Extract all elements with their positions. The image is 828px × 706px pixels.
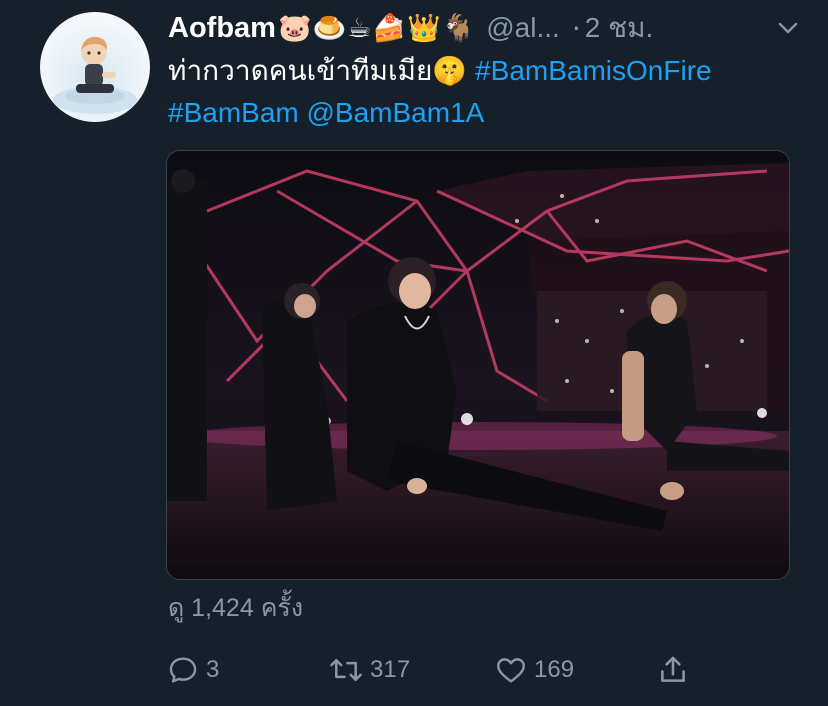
hashtag-link[interactable]: #BamBam: [168, 97, 299, 128]
tweet[interactable]: Aofbam 🐷🍮☕🍰👑🐐 @al... · 2 ชม. ท่ากวาดคนเข…: [0, 0, 828, 706]
media-video-frame: [167, 151, 789, 579]
chevron-down-icon[interactable]: [776, 16, 800, 40]
tweet-actions: 3 317 169: [0, 648, 828, 692]
name-emojis: 🐷🍮☕🍰👑🐐: [277, 13, 477, 44]
display-name[interactable]: Aofbam: [168, 12, 276, 45]
retweet-icon: [330, 659, 362, 681]
timestamp[interactable]: 2 ชม.: [585, 6, 654, 50]
like-button[interactable]: 169: [494, 648, 574, 692]
avatar[interactable]: [40, 12, 150, 122]
retweet-button[interactable]: 317: [328, 648, 410, 692]
retweet-count: 317: [370, 656, 411, 683]
like-count: 169: [534, 656, 575, 683]
separator-dot: ·: [571, 11, 581, 45]
tweet-header: Aofbam 🐷🍮☕🍰👑🐐 @al... · 2 ชม.: [168, 6, 800, 50]
hashtag-link[interactable]: #BamBamisOnFire: [475, 55, 712, 86]
user-handle[interactable]: @al...: [486, 12, 560, 44]
tweet-media[interactable]: [166, 150, 790, 580]
shush-emoji: 🤫: [432, 55, 468, 86]
tweet-body: ท่ากวาดคนเข้าทีมเมีย: [168, 55, 433, 86]
share-icon: [661, 656, 685, 682]
share-button[interactable]: [656, 648, 696, 692]
avatar-illustration: [53, 36, 137, 114]
view-count[interactable]: ดู 1,424 ครั้ง: [168, 588, 303, 628]
reply-count: 3: [206, 656, 220, 683]
reply-icon: [169, 657, 197, 683]
heart-icon: [497, 658, 525, 683]
tweet-text: ท่ากวาดคนเข้าทีมเมีย🤫 #BamBamisOnFire #B…: [168, 50, 798, 134]
mention-link[interactable]: @BamBam1A: [307, 97, 485, 128]
reply-button[interactable]: 3: [166, 648, 219, 692]
